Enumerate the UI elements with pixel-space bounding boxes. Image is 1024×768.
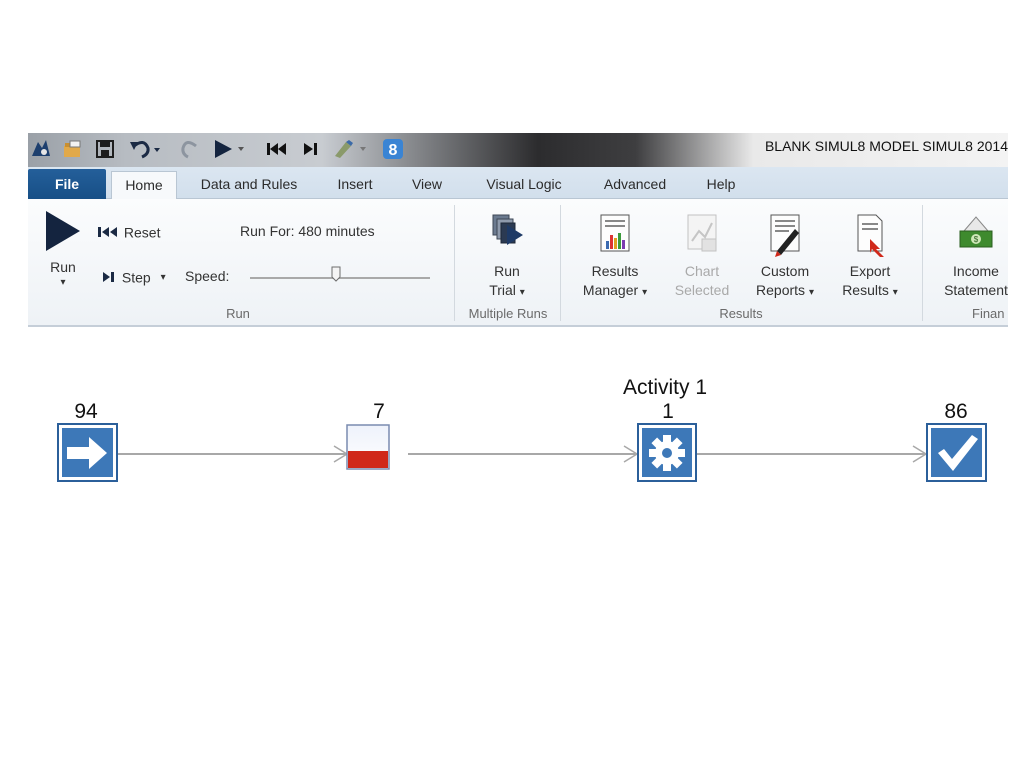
simul8-badge-icon[interactable]: 8: [382, 138, 404, 162]
app-logo-icon[interactable]: [30, 138, 52, 162]
income-statement-button[interactable]: $ Income Statement: [936, 211, 1008, 300]
run-play-icon: [46, 211, 80, 251]
reset-button-label: Reset: [123, 224, 161, 241]
rewind-icon[interactable]: [264, 138, 290, 162]
run-trial-label-line2: Trial ▾: [489, 282, 525, 298]
link-queue-to-activity[interactable]: [408, 444, 640, 464]
tab-view[interactable]: View: [400, 171, 454, 199]
checkmark-icon: [926, 423, 987, 482]
export-results-label-line2: Results ▾: [842, 282, 898, 298]
step-button[interactable]: Step ▾: [102, 268, 166, 285]
ribbon-tab-bar: File Home Data and Rules Insert View Vis…: [28, 167, 1008, 200]
undo-icon[interactable]: [128, 138, 162, 162]
group-separator: [560, 205, 561, 321]
queue-count: 7: [373, 400, 385, 423]
chart-selected-button[interactable]: Chart Selected: [664, 211, 740, 300]
tab-home[interactable]: Home: [111, 171, 177, 200]
run-for-text: Run For: 480 minutes: [240, 223, 375, 239]
paint-icon[interactable]: [332, 138, 372, 162]
run-dropdown-arrow-icon: ▾: [60, 277, 66, 288]
ribbon-home: Run ▾ Reset Run For: 480 minutes Step ▾ …: [28, 199, 1008, 327]
tab-help[interactable]: Help: [696, 171, 746, 199]
custom-reports-icon: [770, 214, 800, 257]
step-icon[interactable]: [300, 138, 322, 162]
simul8-window: 8 BLANK SIMUL8 MODEL SIMUL8 2014 File Ho…: [28, 133, 1008, 333]
export-results-button[interactable]: Export Results ▾: [832, 211, 908, 302]
svg-text:$: $: [974, 235, 979, 244]
tab-insert[interactable]: Insert: [324, 171, 386, 199]
activity-name: Activity 1: [622, 376, 708, 399]
tab-advanced[interactable]: Advanced: [592, 171, 678, 199]
tab-visual-logic[interactable]: Visual Logic: [474, 171, 574, 199]
chart-selected-icon: [687, 214, 717, 252]
chart-selected-label-line2: Selected: [674, 282, 730, 298]
link-activity-to-exit[interactable]: [697, 444, 929, 464]
results-manager-label-line2: Manager ▾: [582, 282, 648, 298]
tab-file[interactable]: File: [28, 169, 106, 199]
custom-reports-label-line1: Custom: [760, 263, 810, 279]
group-separator: [922, 205, 923, 321]
step-button-label: Step: [121, 269, 151, 286]
play-icon[interactable]: [212, 138, 252, 162]
queue[interactable]: [346, 424, 390, 475]
custom-reports-label-line2: Reports ▾: [756, 282, 814, 298]
run-trial-label-line1: Run: [494, 263, 520, 279]
run-button[interactable]: Run ▾: [38, 207, 88, 289]
run-group-label: Run: [226, 306, 250, 321]
results-manager-label-line1: Results: [591, 263, 639, 279]
activity-count: 1: [662, 400, 674, 423]
results-manager-icon: [600, 214, 630, 252]
gear-icon: [637, 423, 697, 482]
group-separator: [454, 205, 455, 321]
income-statement-label-line1: Income: [953, 263, 999, 279]
svg-text:8: 8: [389, 142, 398, 159]
exit-count: 86: [944, 400, 968, 423]
export-results-icon: [857, 214, 884, 257]
step-forward-icon: [103, 272, 114, 283]
speed-slider-thumb[interactable]: [331, 266, 341, 282]
results-manager-button[interactable]: Results Manager ▾: [574, 211, 656, 302]
run-trial-icon: [492, 214, 523, 245]
step-dropdown-arrow-icon: ▾: [160, 271, 166, 283]
run-button-label: Run: [50, 259, 76, 275]
tab-data-and-rules[interactable]: Data and Rules: [188, 171, 310, 199]
custom-reports-button[interactable]: Custom Reports ▾: [744, 211, 826, 302]
arrow-right-icon: [57, 423, 118, 482]
link-entry-to-queue[interactable]: [118, 444, 350, 464]
income-statement-icon: $: [959, 216, 993, 248]
chart-selected-label-line1: Chart: [684, 263, 720, 279]
reset-icon: [98, 227, 117, 238]
entry-point[interactable]: [57, 423, 118, 487]
quick-access-toolbar: 8 BLANK SIMUL8 MODEL SIMUL8 2014: [28, 133, 1008, 167]
activity[interactable]: [637, 423, 697, 487]
save-icon[interactable]: [94, 138, 116, 162]
entry-count: 94: [74, 400, 98, 423]
window-title: BLANK SIMUL8 MODEL SIMUL8 2014: [764, 138, 1008, 154]
exit-point[interactable]: [926, 423, 987, 487]
queue-level-icon: [346, 424, 390, 470]
finance-group-label: Finan: [972, 306, 1005, 321]
reset-button[interactable]: Reset: [98, 223, 160, 240]
open-folder-icon[interactable]: [62, 138, 84, 162]
multiple-runs-group-label: Multiple Runs: [468, 306, 548, 321]
run-trial-button[interactable]: Run Trial ▾: [472, 211, 542, 302]
results-group-label: Results: [719, 306, 763, 321]
export-results-label-line1: Export: [849, 263, 891, 279]
income-statement-label-line2: Statement: [944, 282, 1008, 298]
redo-icon[interactable]: [180, 138, 202, 162]
speed-label: Speed:: [185, 268, 230, 284]
